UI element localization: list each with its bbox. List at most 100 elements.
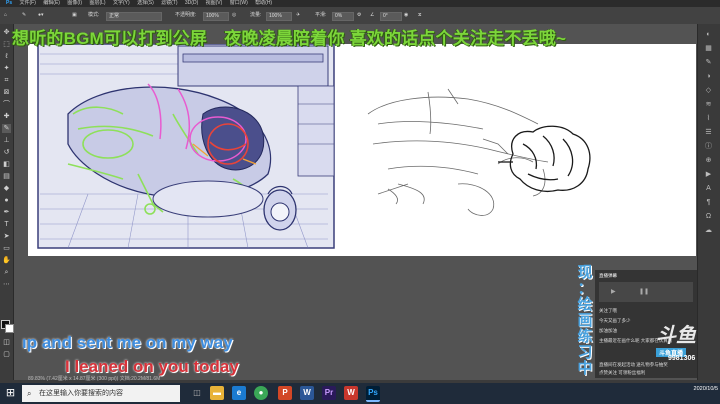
opacity-input[interactable]: 100%: [203, 12, 229, 21]
play-icon[interactable]: ▶: [611, 288, 616, 295]
history-panel-icon[interactable]: ☰: [703, 128, 714, 137]
brush-settings-icon[interactable]: ✎: [703, 58, 714, 67]
zoom-tool-icon[interactable]: ⌕: [2, 268, 11, 277]
hand-tool-icon[interactable]: ✋: [2, 256, 11, 265]
layers-panel-icon[interactable]: ◇: [703, 86, 714, 95]
properties-panel-icon[interactable]: ⓘ: [703, 142, 714, 151]
smoothing-input[interactable]: 0%: [332, 12, 354, 21]
drawing-canvas[interactable]: [28, 43, 696, 256]
options-bar: ⌂ ✎ ●▾ ▣ 模式: 正常 不透明度: 100% ◎ 流量: 100% ✈ …: [0, 7, 720, 25]
symmetry-icon[interactable]: ⧖: [418, 7, 422, 24]
paragraph-panel-icon[interactable]: ¶: [703, 198, 714, 207]
pause-icon[interactable]: ❚❚: [639, 288, 649, 295]
color-panel-icon[interactable]: ◐: [703, 30, 714, 39]
word-icon[interactable]: W: [300, 386, 314, 400]
eyedropper-icon[interactable]: ⌒: [2, 100, 11, 109]
eraser-icon[interactable]: ◧: [2, 160, 11, 169]
premiere-icon[interactable]: Pr: [322, 386, 336, 400]
brush-tool-active-icon[interactable]: ✎: [2, 124, 11, 133]
glyphs-panel-icon[interactable]: Ω: [703, 212, 714, 221]
wps-icon[interactable]: W: [344, 386, 358, 400]
chrome-icon[interactable]: ●: [254, 386, 268, 400]
clone-stamp-icon[interactable]: ⊥: [2, 136, 11, 145]
menu-file[interactable]: 文件(F): [20, 0, 36, 7]
menu-type[interactable]: 文字(Y): [113, 0, 130, 7]
swatches-panel-icon[interactable]: ▦: [703, 44, 714, 53]
lyric-line-1: ıp and sent me on my way: [22, 333, 233, 352]
shape-tool-icon[interactable]: ▭: [2, 244, 11, 253]
marquee-tool-icon[interactable]: ⬚: [2, 40, 11, 49]
crop-tool-icon[interactable]: ⌗: [2, 76, 11, 85]
chat-message: 关注了哦: [599, 308, 617, 313]
navigator-panel-icon[interactable]: ⊕: [703, 156, 714, 165]
system-clock[interactable]: 2020/10/5: [674, 385, 718, 393]
flow-input[interactable]: 100%: [266, 12, 292, 21]
angle-input[interactable]: 0°: [380, 12, 402, 21]
taskbar-search-box[interactable]: ⌕ 在这里输入你要搜索的内容: [22, 385, 180, 402]
menu-help[interactable]: 帮助(H): [255, 0, 272, 7]
adjustments-icon[interactable]: ◑: [703, 72, 714, 81]
character-panel-icon[interactable]: A: [703, 184, 714, 193]
menu-bar: Ps 文件(F) 编辑(E) 图像(I) 图层(L) 文字(Y) 选择(S) 滤…: [0, 0, 720, 7]
gradient-icon[interactable]: ▤: [2, 172, 11, 181]
dodge-tool-icon[interactable]: ●: [2, 196, 11, 205]
chat-header: 直播弹幕: [599, 273, 617, 278]
healing-brush-icon[interactable]: ✚: [2, 112, 11, 121]
powerpoint-icon[interactable]: P: [278, 386, 292, 400]
background-color-swatch[interactable]: [5, 324, 14, 333]
menu-select[interactable]: 选择(S): [137, 0, 154, 7]
brush-panel-icon[interactable]: ▣: [72, 7, 77, 24]
menu-layer[interactable]: 图层(L): [89, 0, 105, 7]
move-tool-icon[interactable]: ✥: [2, 28, 11, 37]
chat-message: 今天又画了多少: [599, 318, 631, 323]
brush-size-preset[interactable]: ●▾: [38, 7, 44, 24]
menu-filter[interactable]: 滤镜(T): [161, 0, 177, 7]
canvas-artwork: [37, 43, 591, 249]
task-view-icon[interactable]: ◫: [190, 386, 204, 400]
menu-3d[interactable]: 3D(D): [185, 0, 198, 7]
smoothing-label: 平滑:: [315, 12, 327, 18]
search-placeholder: 在这里输入你要搜索的内容: [39, 390, 123, 397]
illustration-panel: [37, 43, 335, 249]
screen-mode-icon[interactable]: ▢: [2, 350, 11, 359]
brush-tool-icon[interactable]: ✎: [22, 7, 26, 24]
windows-taskbar: ⊞ ⌕ 在这里输入你要搜索的内容 ◫ ▬ e ● P W Pr W Ps: [0, 383, 720, 404]
paths-panel-icon[interactable]: ⌇: [703, 114, 714, 123]
pressure-size-icon[interactable]: ◉: [404, 7, 408, 24]
menu-image[interactable]: 图像(I): [67, 0, 82, 7]
chat-video-player[interactable]: ▶ ❚❚: [599, 282, 693, 302]
libraries-panel-icon[interactable]: ☁: [703, 226, 714, 235]
history-brush-icon[interactable]: ↺: [2, 148, 11, 157]
channels-panel-icon[interactable]: ≋: [703, 100, 714, 109]
clock-date: 2020/10/5: [693, 386, 718, 392]
blur-tool-icon[interactable]: ◆: [2, 184, 11, 193]
menu-edit[interactable]: 编辑(E): [43, 0, 60, 7]
quick-select-icon[interactable]: ✦: [2, 64, 11, 73]
vertical-char: 画: [577, 312, 593, 329]
file-explorer-icon[interactable]: ▬: [210, 386, 224, 400]
angle-icon[interactable]: ∠: [370, 7, 374, 24]
photoshop-icon[interactable]: Ps: [366, 386, 380, 402]
more-tools-icon[interactable]: ⋯: [2, 280, 11, 289]
type-tool-icon[interactable]: T: [2, 220, 11, 229]
quick-mask-icon[interactable]: ◫: [2, 338, 11, 347]
start-button[interactable]: ⊞: [4, 387, 17, 400]
smoothing-settings-icon[interactable]: ⚙: [357, 7, 361, 24]
home-icon[interactable]: ⌂: [4, 7, 7, 24]
menu-view[interactable]: 视图(V): [206, 0, 223, 7]
pressure-opacity-icon[interactable]: ◎: [232, 7, 236, 24]
menu-window[interactable]: 窗口(W): [230, 0, 248, 7]
lasso-tool-icon[interactable]: ℓ: [2, 52, 11, 61]
path-select-icon[interactable]: ➤: [2, 232, 11, 241]
chat-message: 点赞关注 可领粉丝福利: [599, 370, 646, 375]
frame-tool-icon[interactable]: ⊠: [2, 88, 11, 97]
pen-tool-icon[interactable]: ✒: [2, 208, 11, 217]
airbrush-icon[interactable]: ✈: [296, 7, 300, 24]
edge-icon[interactable]: e: [232, 386, 246, 400]
mode-select[interactable]: 正常: [106, 12, 162, 21]
stream-vertical-status: 现 ： 绘 画 练 习 中: [575, 265, 595, 377]
ps-logo-icon[interactable]: Ps: [6, 0, 12, 7]
clock-sketch: [263, 185, 297, 231]
actions-panel-icon[interactable]: ▶: [703, 170, 714, 179]
watermark-logo: 斗鱼: [656, 325, 696, 347]
